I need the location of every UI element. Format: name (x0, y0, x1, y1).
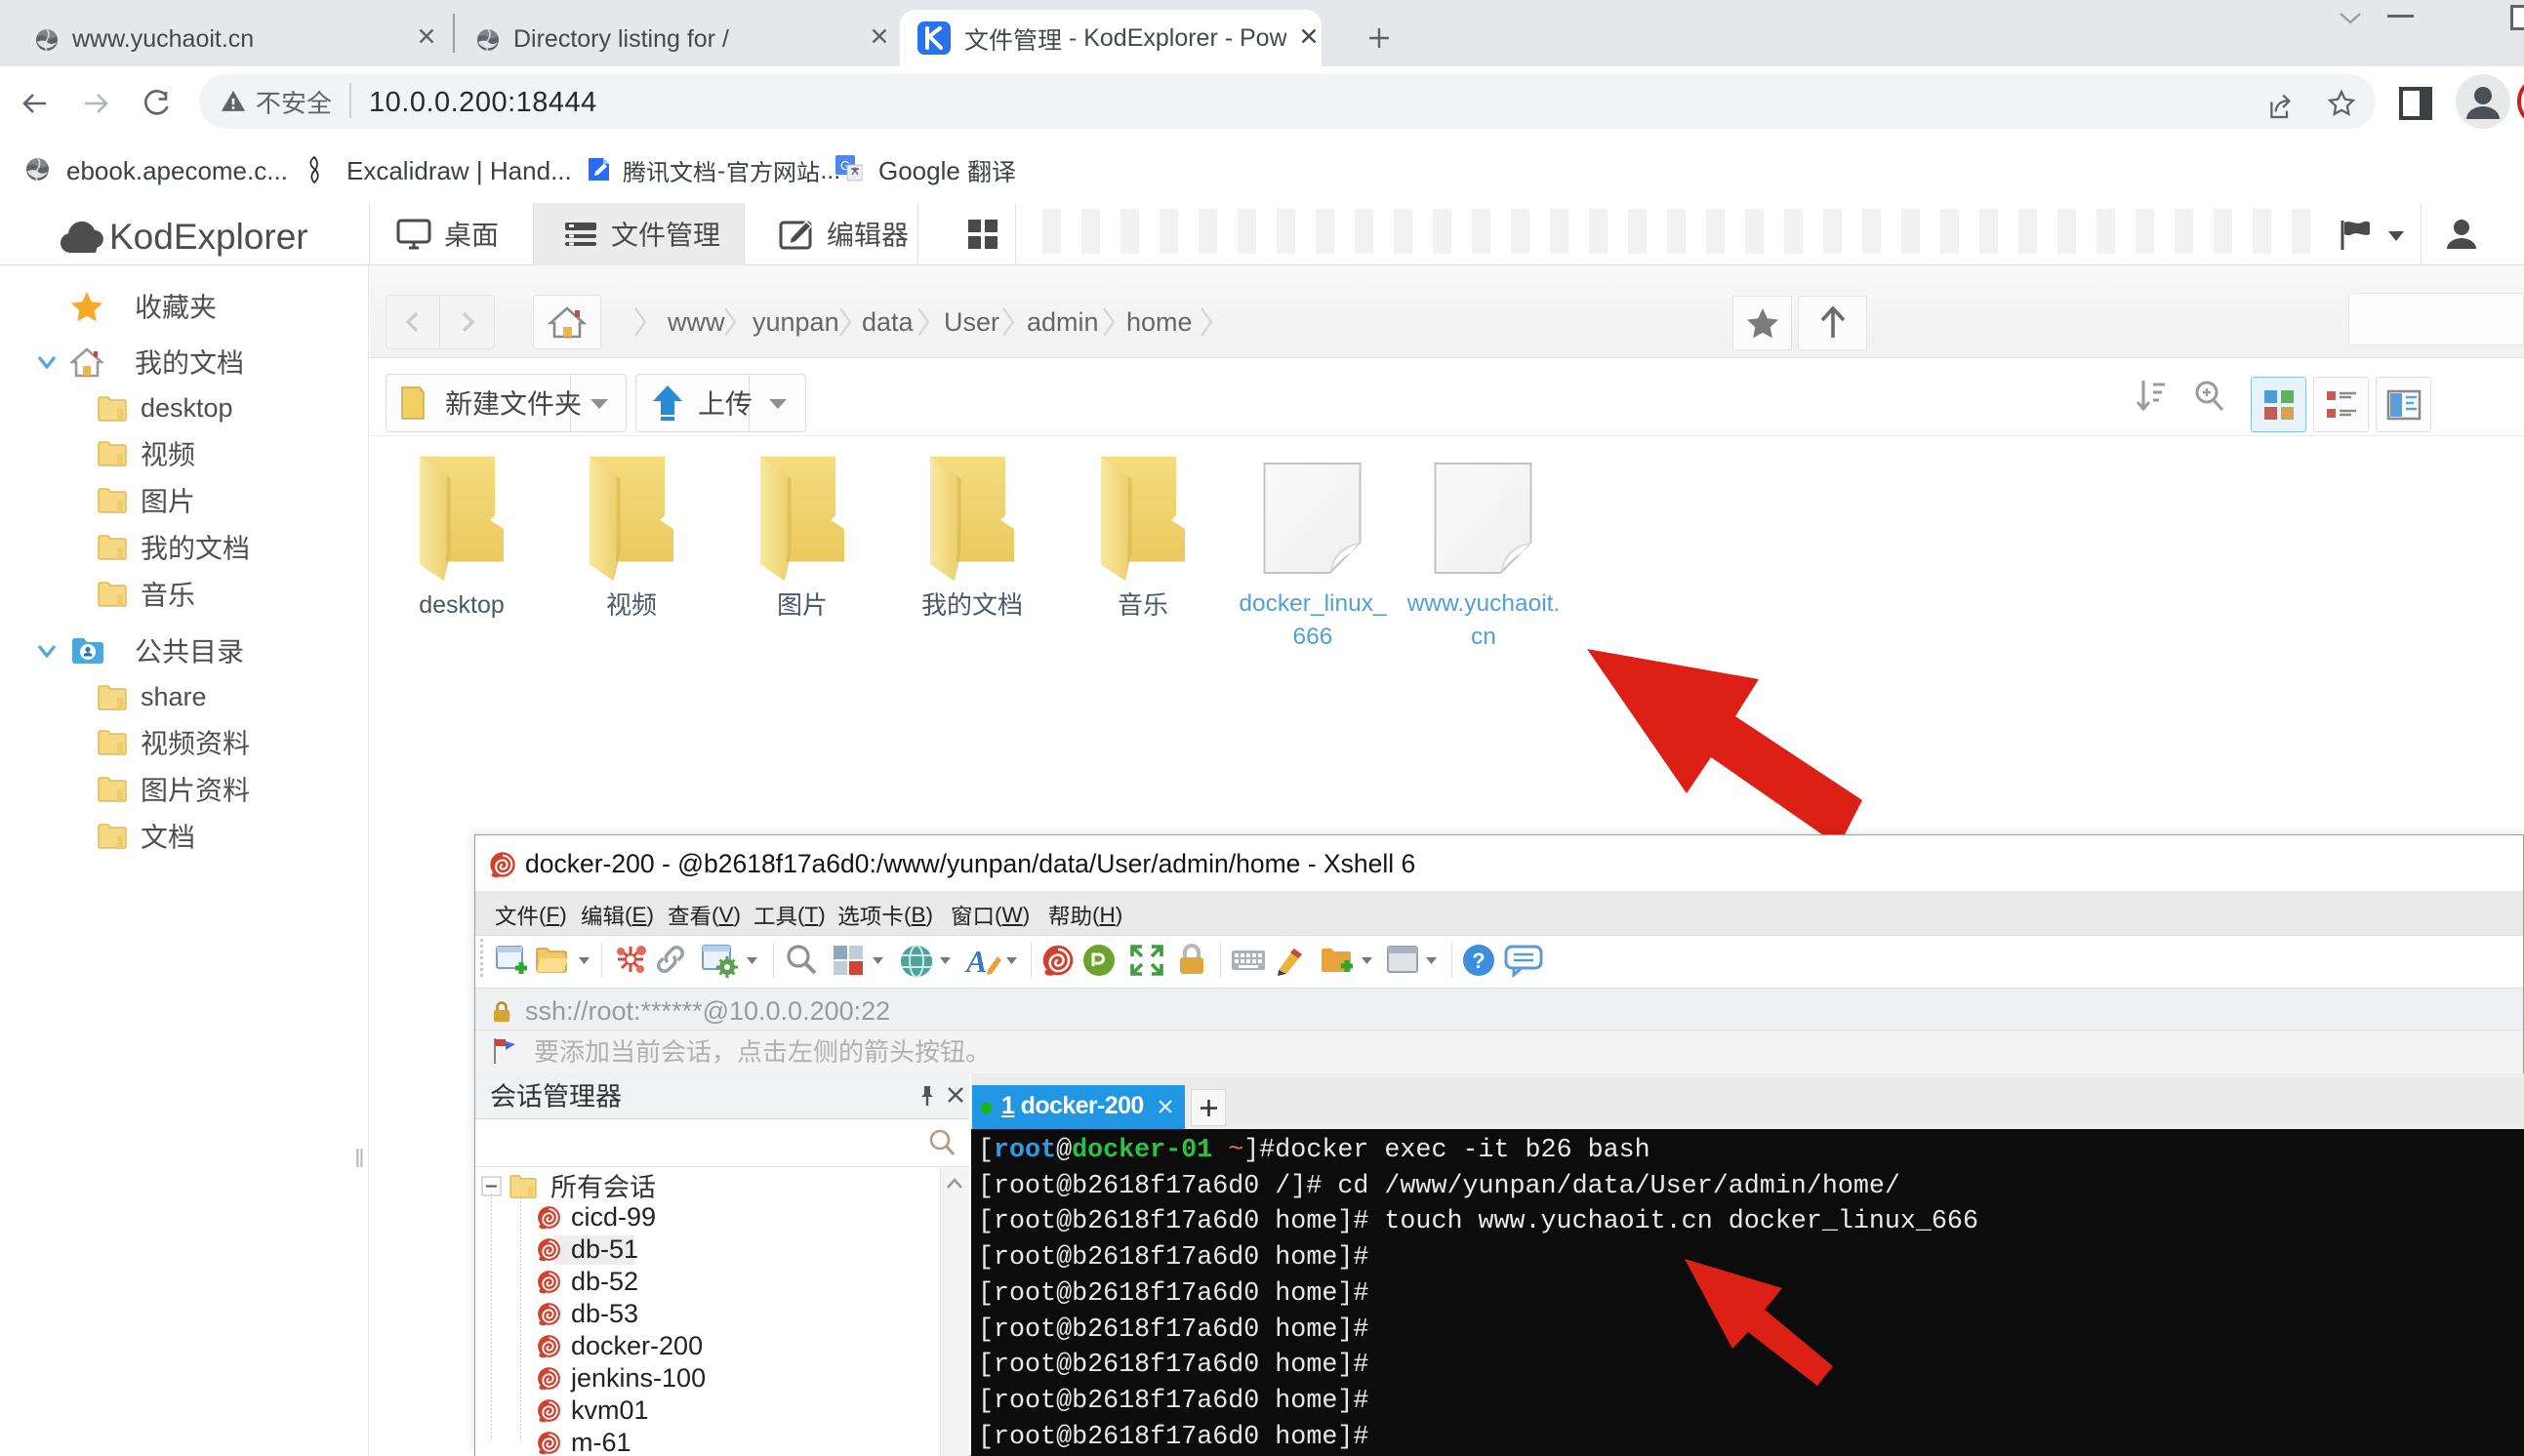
svg-text:A: A (964, 944, 987, 979)
svg-text:?: ? (1472, 949, 1485, 973)
